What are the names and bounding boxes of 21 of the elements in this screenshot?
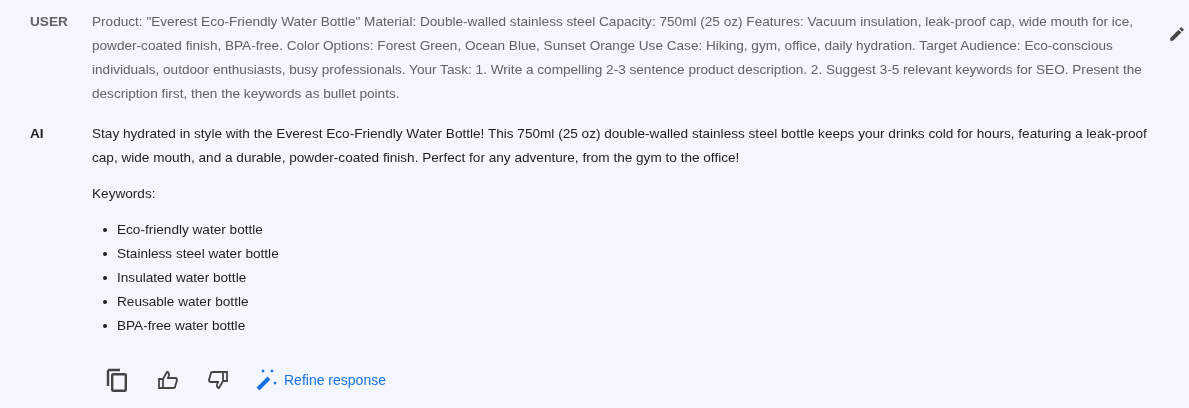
bullet-icon [103, 300, 107, 304]
thumbs-up-icon[interactable] [158, 371, 178, 389]
message-text: Product: "Everest Eco-Friendly Water Bottle" Material: Double-walled stainless steel Capacity: 750ml (25 oz) Features: Vacuum insulation, leak-proof cap, wide mouth for ice, powder-coated finish, BPA-free. Color Options: Forest Green, Ocean Blue, Sunset Orange Use Case: Hiking, gym, office, daily hydration. Target Audience: Eco-conscious individuals, outdoor enthusiasts, busy professionals. Your Task: 1. Write a compelling 2-3 sentence product description. 2. Suggest 3-5 relevant keywords for SEO. Present the description first, then the keywords as bullet points. [92, 13, 1143, 103]
bullet-icon [103, 252, 107, 256]
role-label: AI [29, 125, 45, 143]
keyword-text: Insulated water bottle [117, 269, 247, 287]
refine-response-button[interactable]: Refine response [256, 369, 386, 391]
role-label: USER [29, 13, 69, 31]
magic-wand-icon [256, 369, 278, 391]
keyword-text: Stainless steel water bottle [117, 245, 279, 263]
keyword-text: BPA-free water bottle [117, 317, 246, 335]
keywords-heading: Keywords: [92, 185, 157, 203]
bullet-icon [103, 276, 107, 280]
thumbs-down-icon[interactable] [208, 371, 228, 389]
edit-icon[interactable] [1168, 25, 1186, 43]
copy-icon[interactable] [106, 368, 128, 392]
message-text: Stay hydrated in style with the Everest Eco-Friendly Water Bottle! This 750ml (25 oz) double-walled stainless steel bottle keeps your drinks cold for hours, featuring a leak-proof cap, wide mouth, and a durable, powder-coated finish. Perfect for any adventure, from the gym to the office! [92, 125, 1148, 167]
bullet-icon [103, 228, 107, 232]
bullet-icon [103, 324, 107, 328]
keyword-text: Eco-friendly water bottle [117, 221, 263, 239]
keyword-text: Reusable water bottle [117, 293, 249, 311]
